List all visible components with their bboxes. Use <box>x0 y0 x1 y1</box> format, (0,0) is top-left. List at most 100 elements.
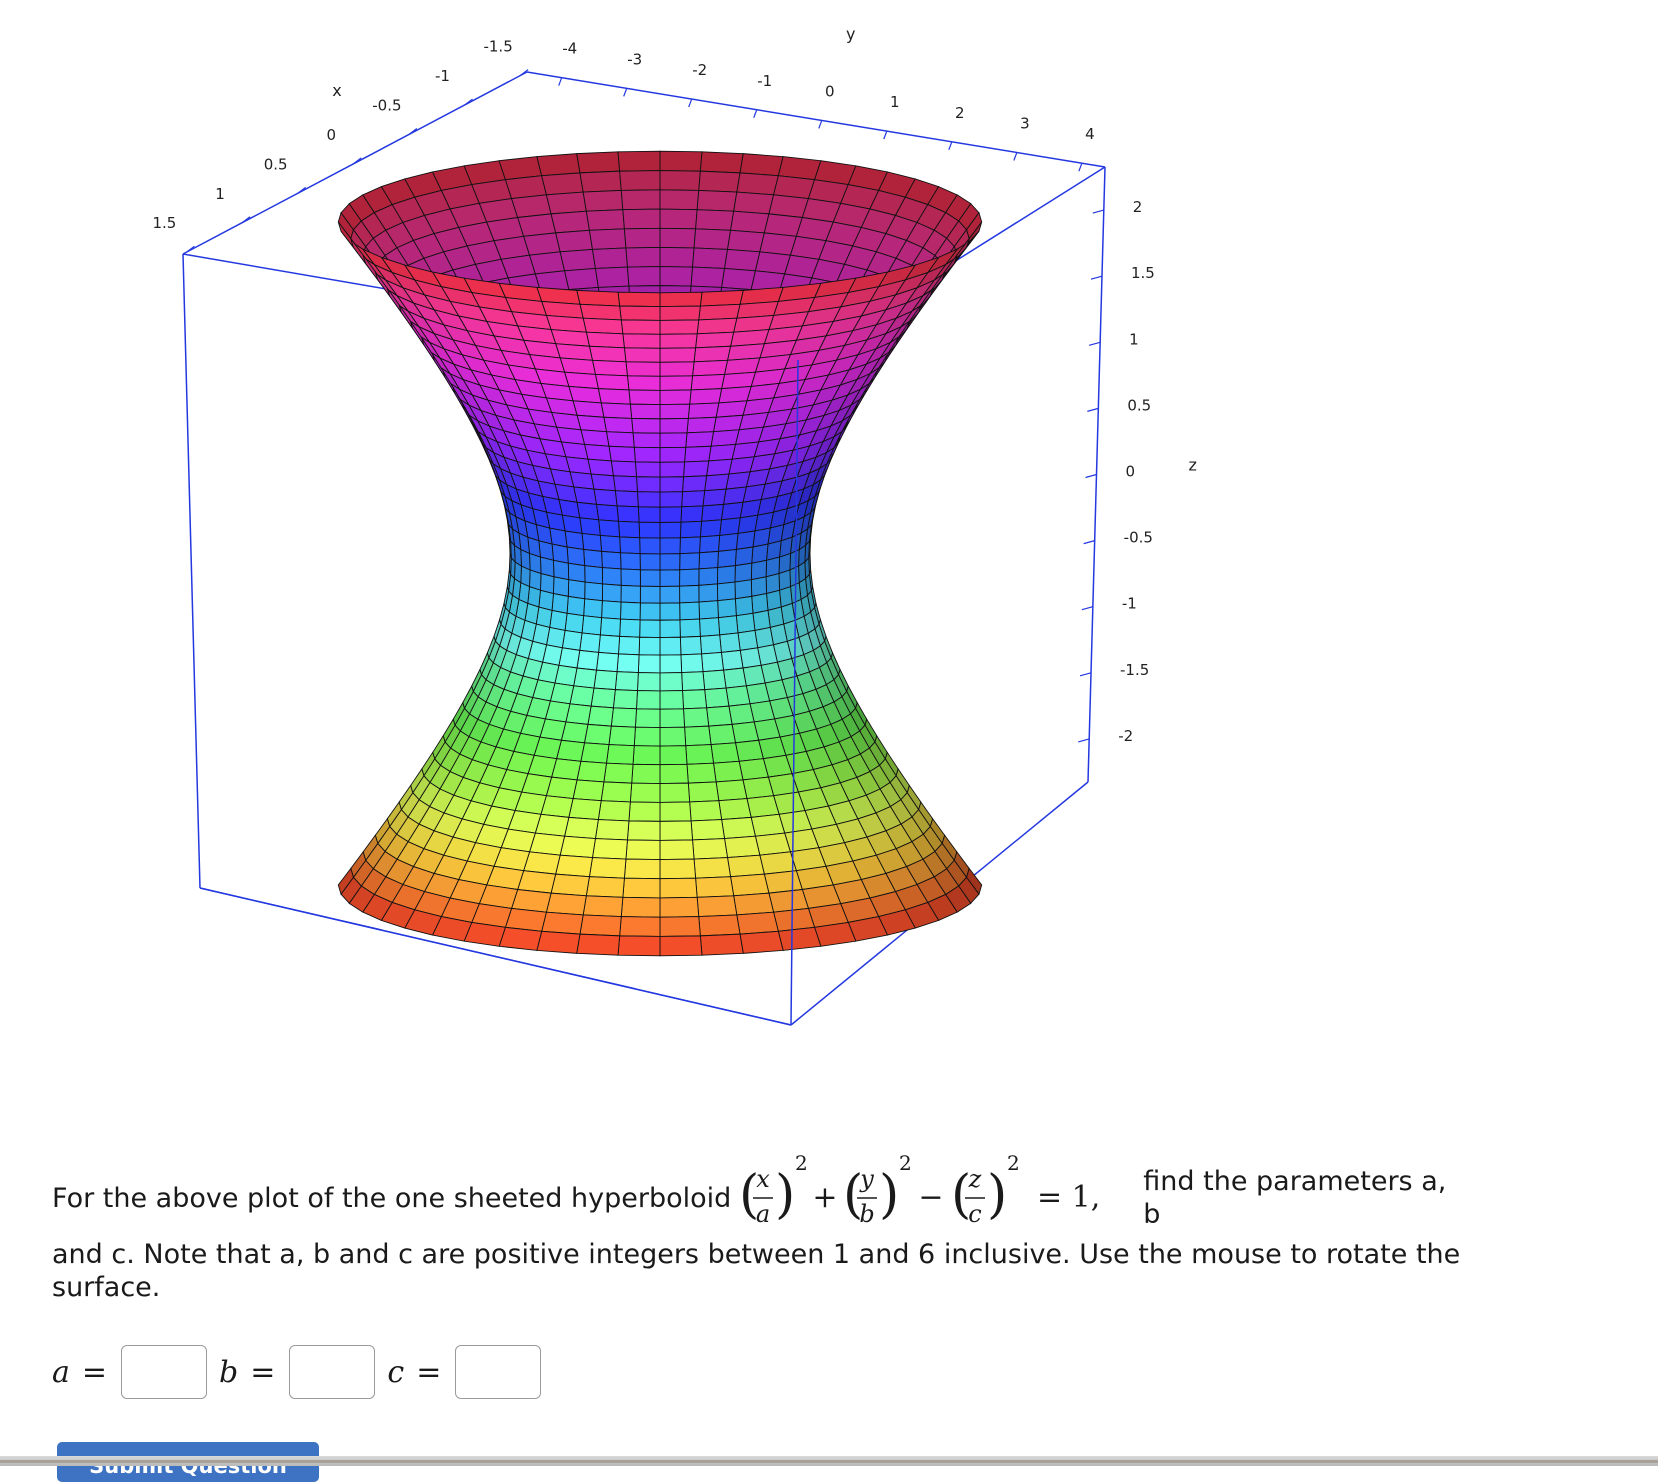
surface-patch <box>579 914 622 937</box>
surface-patch <box>754 832 792 856</box>
surface-inner-patch <box>659 150 703 172</box>
surface-patch <box>598 519 621 538</box>
surface-patch <box>659 506 683 523</box>
surface-patch <box>685 744 715 765</box>
z-tick-label: -1.5 <box>1120 661 1149 679</box>
surface-patch <box>723 667 747 689</box>
surface-inner-patch <box>659 247 695 268</box>
hyperboloid-3d-plot[interactable]: -1.5 -1 -0.5 0 0.5 1 1.5 x -4 -3 -2 -1 0 1 2 3 4 y 2 1.5 1 0.… <box>0 0 1658 1090</box>
surface-patch <box>576 501 600 521</box>
surface-patch <box>639 585 661 604</box>
page-bottom-accent <box>0 1460 1658 1463</box>
surface-patch <box>754 626 774 649</box>
y-tick-label: -3 <box>627 50 642 68</box>
surface-inner-patch <box>594 266 630 288</box>
surface-patch <box>620 568 641 587</box>
surface-patch <box>659 476 684 493</box>
surface-patch <box>601 550 622 570</box>
surface-patch <box>659 726 687 747</box>
svg-text:): ) <box>987 1165 1007 1225</box>
surface-patch <box>659 896 700 918</box>
surface-patch <box>659 858 697 880</box>
surface-patch <box>622 877 661 899</box>
surface-patch <box>597 800 631 822</box>
surface-patch <box>610 460 637 478</box>
eq-exp-2: 2 <box>899 1151 912 1175</box>
surface-patch <box>715 400 748 418</box>
surface-patch <box>698 303 741 321</box>
surface-patch <box>636 476 661 493</box>
surface-inner-patch <box>564 267 599 291</box>
surface-patch <box>738 758 769 781</box>
surface-patch <box>639 619 661 638</box>
surface-patch <box>552 576 570 597</box>
surface-patch <box>734 546 754 567</box>
surface-inner-patch <box>625 247 661 268</box>
surface-patch <box>659 916 701 937</box>
y-tick-mark <box>883 130 888 140</box>
surface-patch <box>628 389 661 406</box>
surface-patch <box>698 567 719 586</box>
surface-patch <box>696 317 738 335</box>
surface-patch <box>637 506 661 523</box>
eq-y: y <box>860 1165 875 1193</box>
surface-patch <box>692 359 729 377</box>
surface-patch <box>734 739 764 762</box>
surface-inner-patch <box>623 227 661 249</box>
surface-patch <box>728 703 755 725</box>
x-tick-label: 0 <box>327 126 337 144</box>
surface-patch <box>659 432 688 449</box>
surface-patch <box>736 911 779 935</box>
surface-patch <box>759 851 797 875</box>
y-tick-mark <box>818 120 823 129</box>
surface-patch <box>731 721 760 744</box>
svg-text:): ) <box>879 1165 899 1225</box>
surface-patch <box>582 317 624 335</box>
surface-patch <box>576 649 600 671</box>
b-label: b <box>219 1354 239 1390</box>
surface-patch <box>699 534 721 554</box>
surface-inner-patch <box>724 248 761 272</box>
surface-patch <box>599 534 621 554</box>
surface-patch <box>603 762 634 784</box>
surface-patch <box>719 517 741 536</box>
y-tick-label: -4 <box>562 40 577 58</box>
box-edge-5 <box>182 253 201 889</box>
surface-patch <box>687 781 720 803</box>
surface-patch <box>564 612 585 634</box>
y-tick-mark <box>558 77 563 86</box>
surface-patch <box>659 537 681 555</box>
surface-patch <box>698 914 741 937</box>
surface-patch <box>587 458 614 477</box>
b-answer-input[interactable] <box>289 1345 376 1399</box>
surface-patch <box>616 505 640 523</box>
surface-patch <box>587 705 614 727</box>
surface-inner-patch <box>622 208 661 230</box>
y-tick-mark <box>948 141 953 151</box>
surface-inner-patch <box>659 189 700 211</box>
surface-patch <box>617 291 661 308</box>
surface-patch <box>634 461 661 478</box>
surface-patch <box>679 552 700 571</box>
surface-patch <box>605 744 635 765</box>
surface-patch <box>636 491 661 508</box>
surface-patch <box>583 443 612 462</box>
surface-patch <box>582 895 624 918</box>
c-answer-input[interactable] <box>455 1345 542 1399</box>
surface-patch <box>551 592 569 614</box>
surface-patch <box>637 654 661 674</box>
surface-patch <box>550 873 590 897</box>
surface-patch <box>583 548 603 569</box>
z-tick-label: 2 <box>1133 198 1143 216</box>
a-answer-input[interactable] <box>121 1345 208 1399</box>
surface-patch <box>659 877 698 899</box>
surface-patch <box>581 532 603 552</box>
surface-patch <box>567 579 586 600</box>
c-label: c <box>387 1354 405 1390</box>
surface-inner-patch <box>733 191 775 215</box>
surface-patch <box>712 414 744 433</box>
surface-patch <box>632 745 661 766</box>
surface-patch <box>625 361 661 377</box>
surface-patch <box>689 800 723 822</box>
z-tick-mark <box>1087 407 1099 412</box>
